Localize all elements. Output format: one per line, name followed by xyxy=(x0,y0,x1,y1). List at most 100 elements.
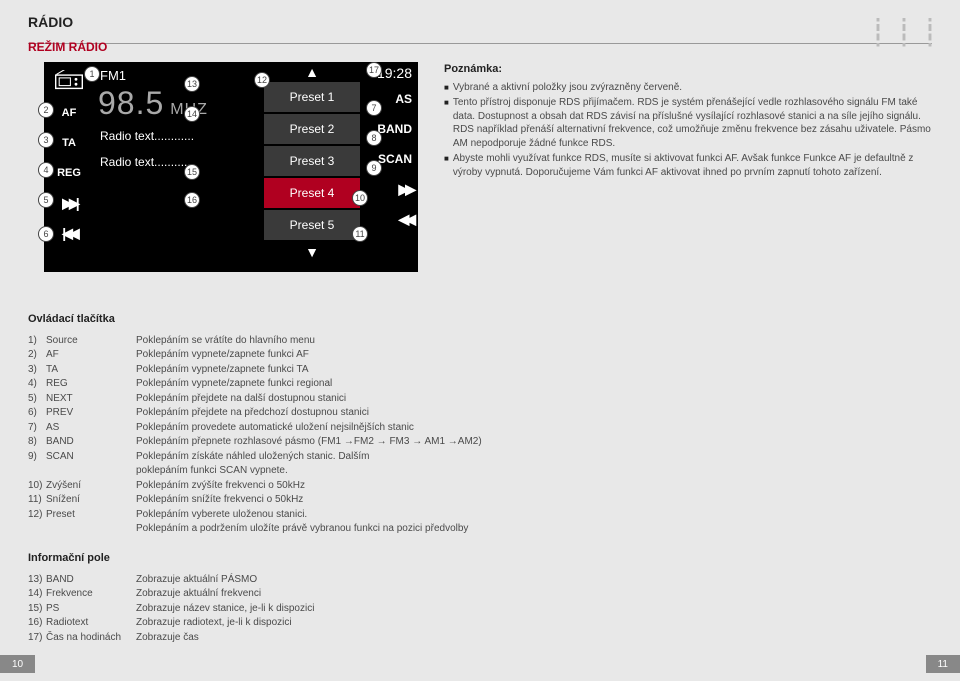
list-item: 3)TAPoklepáním vypnete/zapnete funkci TA xyxy=(28,363,932,378)
list-item: 13)BANDZobrazuje aktuální PÁSMO xyxy=(28,573,932,588)
item-desc: Poklepáním získáte náhled uložených stan… xyxy=(136,450,932,465)
item-desc: Poklepáním vyberete uloženou stanici. xyxy=(136,508,932,523)
band-button[interactable]: BAND xyxy=(377,114,412,144)
seek-back-button[interactable]: ◀◀ xyxy=(398,204,412,234)
item-name: NEXT xyxy=(46,392,136,407)
item-name: PS xyxy=(46,602,136,617)
item-number: 3) xyxy=(28,363,46,378)
seek-fwd-button[interactable]: ▶▶ xyxy=(398,174,412,204)
ps-text: Radio text............ xyxy=(94,122,262,148)
bullet-icon: ■ xyxy=(444,96,449,150)
callout-13: 13 xyxy=(184,76,200,92)
clock: 19:28 xyxy=(377,62,412,84)
radio-diagram: REŽIM RÁDIO AF TA REG ▶▶| |◀◀ FM1 xyxy=(28,62,418,272)
callout-3: 3 xyxy=(38,132,54,148)
item-desc: Poklepáním vypnete/zapnete funkci TA xyxy=(136,363,932,378)
item-desc: Poklepáním přejdete na další dostupnou s… xyxy=(136,392,932,407)
list-item: 1)SourcePoklepáním se vrátíte do hlavníh… xyxy=(28,334,932,349)
preset-2[interactable]: Preset 2 xyxy=(264,114,360,144)
item-desc: Poklepáním vypnete/zapnete funkci region… xyxy=(136,377,932,392)
as-button[interactable]: AS xyxy=(395,84,412,114)
item-desc: Poklepáním zvýšíte frekvenci o 50kHz xyxy=(136,479,932,494)
item-number: 8) xyxy=(28,435,46,450)
note-text: Vybrané a aktivní položky jsou zvýrazněn… xyxy=(453,81,682,95)
list-item: 6)PREVPoklepáním přejdete na předchozí d… xyxy=(28,406,932,421)
item-number: 16) xyxy=(28,616,46,631)
notes-title: Poznámka: xyxy=(444,62,932,77)
item-desc: Zobrazuje aktuální frekvenci xyxy=(136,587,932,602)
callout-6: 6 xyxy=(38,226,54,242)
callout-5: 5 xyxy=(38,192,54,208)
list-item: 12)PresetPoklepáním vyberete uloženou st… xyxy=(28,508,932,523)
callout-14: 14 xyxy=(184,106,200,122)
callout-15: 15 xyxy=(184,164,200,180)
page-number-right: 11 xyxy=(926,655,960,673)
item-desc: Zobrazuje radiotext, je-li k dispozici xyxy=(136,616,932,631)
item-number: 6) xyxy=(28,406,46,421)
item-number: 10) xyxy=(28,479,46,494)
preset-1[interactable]: Preset 1 xyxy=(264,82,360,112)
page-title: RÁDIO xyxy=(28,14,932,30)
list-item: 9)SCANPoklepáním získáte náhled uloženýc… xyxy=(28,450,932,465)
callout-10: 10 xyxy=(352,190,368,206)
list-item: 10)ZvýšeníPoklepáním zvýšíte frekvenci o… xyxy=(28,479,932,494)
preset-3[interactable]: Preset 3 xyxy=(264,146,360,176)
item-number: 17) xyxy=(28,631,46,646)
item-desc: poklepáním funkci SCAN vypnete. xyxy=(136,464,932,479)
bullet-icon: ■ xyxy=(444,152,449,179)
item-desc: Poklepáním provedete automatické uložení… xyxy=(136,421,932,436)
controls-title: Ovládací tlačítka xyxy=(28,312,932,328)
item-number: 11) xyxy=(28,493,46,508)
item-name xyxy=(46,464,136,479)
item-number: 1) xyxy=(28,334,46,349)
item-number: 9) xyxy=(28,450,46,465)
item-name: Preset xyxy=(46,508,136,523)
item-number xyxy=(28,522,46,537)
list-item: 2)AFPoklepáním vypnete/zapnete funkci AF xyxy=(28,348,932,363)
list-item: 11)SníženíPoklepáním snížíte frekvenci o… xyxy=(28,493,932,508)
list-item: poklepáním funkci SCAN vypnete. xyxy=(28,464,932,479)
callout-8: 8 xyxy=(366,130,382,146)
item-name: SCAN xyxy=(46,450,136,465)
item-name: REG xyxy=(46,377,136,392)
list-item: 7)ASPoklepáním provedete automatické ulo… xyxy=(28,421,932,436)
list-item: 5)NEXTPoklepáním přejdete na další dostu… xyxy=(28,392,932,407)
item-number: 4) xyxy=(28,377,46,392)
info-title: Informační pole xyxy=(28,551,932,567)
item-name: Zvýšení xyxy=(46,479,136,494)
list-item: 16)RadiotextZobrazuje radiotext, je-li k… xyxy=(28,616,932,631)
callout-11: 11 xyxy=(352,226,368,242)
note-text: Tento přístroj disponuje RDS přijímačem.… xyxy=(453,96,932,150)
item-desc: Poklepáním vypnete/zapnete funkci AF xyxy=(136,348,932,363)
item-name: AF xyxy=(46,348,136,363)
tune-up-button[interactable]: ▲ xyxy=(305,62,319,82)
item-desc: Poklepáním snížíte frekvenci o 50kHz xyxy=(136,493,932,508)
header-rule: ⋮⋮⋮⋮⋮⋮ xyxy=(28,32,932,44)
note-text: Abyste mohli využívat funkce RDS, musíte… xyxy=(453,152,932,179)
bullet-icon: ■ xyxy=(444,81,449,95)
item-name xyxy=(46,522,136,537)
preset-4[interactable]: Preset 4 xyxy=(264,178,360,208)
item-name: PREV xyxy=(46,406,136,421)
note-item: ■ Vybrané a aktivní položky jsou zvýrazně… xyxy=(444,81,932,95)
item-number: 7) xyxy=(28,421,46,436)
item-name: AS xyxy=(46,421,136,436)
item-name: Frekvence xyxy=(46,587,136,602)
callout-16: 16 xyxy=(184,192,200,208)
item-desc: Poklepáním přejdete na předchozí dostupn… xyxy=(136,406,932,421)
item-number: 15) xyxy=(28,602,46,617)
item-name: BAND xyxy=(46,573,136,588)
frequency-value: 98.5 xyxy=(98,85,164,122)
item-desc: Poklepáním se vrátíte do hlavního menu xyxy=(136,334,932,349)
band-label: FM1 xyxy=(94,62,262,83)
tune-down-button[interactable]: ▼ xyxy=(305,242,319,262)
controls-section: Ovládací tlačítka 1)SourcePoklepáním se … xyxy=(28,312,932,645)
page-number-left: 10 xyxy=(0,655,35,673)
preset-5[interactable]: Preset 5 xyxy=(264,210,360,240)
item-desc: Zobrazuje název stanice, je-li k dispozi… xyxy=(136,602,932,617)
list-item: 4)REGPoklepáním vypnete/zapnete funkci r… xyxy=(28,377,932,392)
notes-section: Poznámka: ■ Vybrané a aktivní položky jso… xyxy=(444,62,932,181)
frequency-display: 98.5 MHZ xyxy=(94,83,262,122)
scan-button[interactable]: SCAN xyxy=(378,144,412,174)
callout-7: 7 xyxy=(366,100,382,116)
